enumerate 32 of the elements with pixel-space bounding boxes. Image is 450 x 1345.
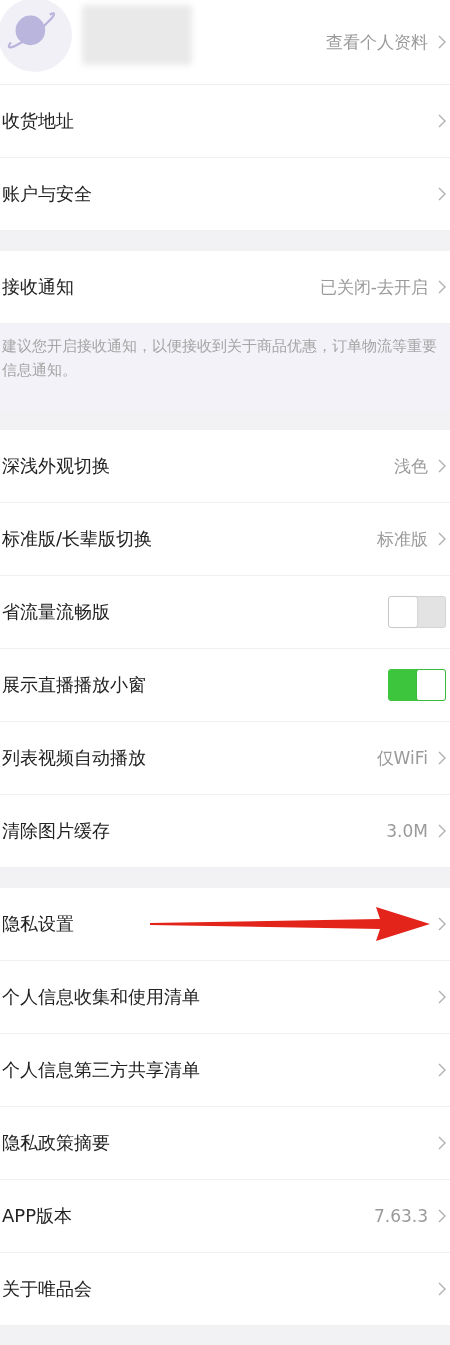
chevron-icon <box>438 1136 446 1150</box>
settings-row[interactable]: 关于唯品会 <box>0 1253 450 1326</box>
chevron-icon <box>438 990 446 1004</box>
notification-hint: 建议您开启接收通知，以便接收到关于商品优惠，订单物流等重要信息通知。 <box>0 324 450 410</box>
chevron-icon <box>438 824 446 838</box>
chevron-icon <box>438 532 446 546</box>
settings-row[interactable]: 深浅外观切换 浅色 <box>0 430 450 503</box>
settings-row[interactable]: 账户与安全 <box>0 158 450 231</box>
settings-row[interactable]: 隐私政策摘要 <box>0 1107 450 1180</box>
chevron-icon <box>438 1063 446 1077</box>
settings-row[interactable]: 个人信息第三方共享清单 <box>0 1034 450 1107</box>
settings-row[interactable]: 清除图片缓存 3.0M <box>0 795 450 868</box>
chevron-icon <box>438 280 446 294</box>
chevron-icon <box>438 1282 446 1296</box>
settings-row[interactable]: 收货地址 <box>0 85 450 158</box>
chevron-icon <box>438 459 446 473</box>
settings-row[interactable]: 列表视频自动播放 仅WiFi <box>0 722 450 795</box>
toggle-switch[interactable] <box>388 669 446 701</box>
setting-label: 省流量流畅版 <box>2 600 110 624</box>
chevron-icon <box>438 751 446 765</box>
chevron-icon <box>438 1209 446 1223</box>
chevron-icon <box>438 917 446 931</box>
settings-row[interactable]: 标准版/长辈版切换 标准版 <box>0 503 450 576</box>
settings-row[interactable]: 隐私设置 <box>0 888 450 961</box>
toggle-switch[interactable] <box>388 596 446 628</box>
planet-avatar-icon <box>0 0 72 72</box>
chevron-icon <box>438 114 446 128</box>
settings-row[interactable]: 个人信息收集和使用清单 <box>0 961 450 1034</box>
settings-row[interactable]: APP版本 7.63.3 <box>0 1180 450 1253</box>
setting-label: 展示直播播放小窗 <box>2 673 146 697</box>
chevron-icon <box>438 187 446 201</box>
chevron-icon <box>438 35 446 49</box>
